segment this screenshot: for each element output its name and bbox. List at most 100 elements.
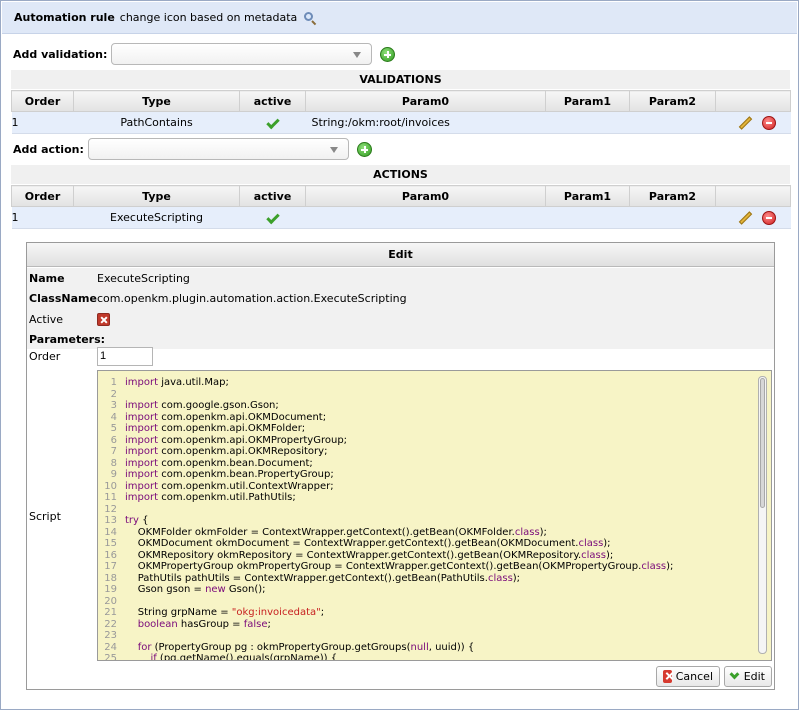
line-number: 19	[104, 584, 117, 595]
line-number: 10	[104, 480, 117, 492]
code-text: import com.openkm.util.PathUtils;	[125, 492, 296, 503]
scrollbar-thumb[interactable]	[760, 378, 765, 508]
validations-header-row: Order Type active Param0 Param1 Param2	[11, 90, 791, 112]
script-scrollbar[interactable]	[758, 376, 767, 654]
add-action-row: Add action:	[13, 138, 372, 160]
order-label: Order	[29, 349, 61, 363]
rule-name: change icon based on metadata	[119, 11, 298, 24]
code-text: import com.openkm.api.OKMFolder;	[125, 423, 306, 434]
code-text: OKMRepository okmRepository = ContextWra…	[125, 549, 614, 561]
code-text: import com.openkm.util.ContextWrapper;	[125, 480, 334, 492]
add-validation-label: Add validation:	[13, 47, 108, 61]
line-number: 5	[110, 423, 117, 434]
code-line: 8 import com.openkm.bean.Document;	[98, 458, 771, 470]
code-text: Gson gson = new Gson();	[125, 584, 266, 595]
code-line: 9 import com.openkm.bean.PropertyGroup;	[98, 469, 771, 481]
script-label: Script	[29, 510, 61, 523]
cancel-button[interactable]: Cancel	[656, 666, 720, 687]
active-row: Active	[27, 308, 774, 330]
cell-type: PathContains	[73, 111, 240, 134]
code-line: 12	[98, 504, 771, 516]
add-validation-icon[interactable]	[380, 46, 396, 62]
code-text: import com.openkm.api.OKMDocument;	[125, 411, 327, 423]
cancel-icon	[663, 670, 672, 683]
check-icon	[729, 669, 740, 680]
cell-row-actions	[715, 111, 791, 134]
code-text: import com.openkm.api.OKMRepository;	[125, 446, 328, 457]
check-icon	[265, 115, 280, 130]
code-lines: 1 import java.util.Map; 2 3 import com.googl…	[98, 371, 771, 660]
classname-row: ClassName com.openkm.plugin.automation.a…	[27, 288, 774, 308]
code-text: import com.openkm.api.OKMPropertyGroup;	[125, 434, 348, 446]
code-text: OKMPropertyGroup okmPropertyGroup = Cont…	[125, 561, 674, 572]
actions-header-row: Order Type active Param0 Param1 Param2	[11, 185, 791, 207]
code-line: 2	[98, 389, 771, 401]
line-number: 4	[110, 411, 117, 423]
add-action-icon[interactable]	[356, 141, 372, 157]
code-line: 23	[98, 630, 771, 642]
cell-param2	[629, 206, 716, 229]
line-number: 15	[104, 538, 117, 549]
delete-icon[interactable]	[761, 115, 776, 130]
pencil-icon[interactable]	[738, 115, 752, 130]
validations-table: Order Type active Param0 Param1 Param2 1…	[11, 90, 791, 134]
code-line: 5 import com.openkm.api.OKMFolder;	[98, 423, 771, 435]
code-line: 1 import java.util.Map;	[98, 377, 771, 389]
name-value: ExecuteScripting	[97, 271, 190, 285]
name-row: Name ExecuteScripting	[27, 268, 774, 288]
column-header-param1: Param1	[545, 90, 630, 112]
edit-panel: Edit Name ExecuteScripting ClassName com…	[26, 242, 775, 690]
order-input[interactable]	[97, 346, 153, 366]
search-icon[interactable]	[303, 11, 317, 25]
cell-order: 1	[11, 206, 74, 229]
active-checkbox[interactable]	[97, 312, 110, 326]
code-text: OKMFolder okmFolder = ContextWrapper.get…	[125, 526, 547, 538]
code-text: for (PropertyGroup pg : okmPropertyGroup…	[137, 641, 475, 653]
edit-properties: Name ExecuteScripting ClassName com.open…	[27, 268, 774, 349]
edit-button[interactable]: Edit	[724, 666, 772, 687]
edit-panel-header: Edit	[27, 243, 774, 267]
column-header-actions	[715, 185, 791, 207]
line-number: 12	[104, 503, 117, 515]
line-number: 8	[110, 457, 117, 469]
line-number: 7	[110, 446, 117, 457]
code-line: 18 PathUtils pathUtils = ContextWrapper.…	[98, 573, 771, 585]
rule-title-bar: Automation rule change icon based on met…	[2, 2, 797, 34]
action-select[interactable]	[87, 138, 349, 160]
delete-icon[interactable]	[761, 210, 776, 225]
validation-select[interactable]	[111, 43, 373, 65]
line-number: 11	[104, 492, 117, 503]
add-action-label: Add action:	[13, 142, 84, 156]
code-line: 14 OKMFolder okmFolder = ContextWrapper.…	[98, 527, 771, 539]
column-header-active: active	[239, 90, 306, 112]
code-line: 6 import com.openkm.api.OKMPropertyGroup;	[98, 435, 771, 447]
column-header-actions	[715, 90, 791, 112]
active-label: Active	[29, 312, 64, 326]
code-line: 17 OKMPropertyGroup okmPropertyGroup = C…	[98, 561, 771, 573]
column-header-active: active	[239, 185, 306, 207]
code-text: String grpName = "okg:invoicedata";	[125, 607, 325, 618]
code-line: 20	[98, 596, 771, 608]
column-header-param2: Param2	[629, 90, 716, 112]
code-text: import com.openkm.bean.Document;	[125, 457, 313, 469]
pencil-icon[interactable]	[738, 210, 752, 225]
validations-section-header: VALIDATIONS	[11, 70, 790, 89]
script-editor[interactable]: 1 import java.util.Map; 2 3 import com.googl…	[97, 370, 772, 661]
cancel-button-label: Cancel	[675, 670, 713, 683]
code-text: boolean hasGroup = false;	[137, 618, 271, 630]
column-header-param2: Param2	[629, 185, 716, 207]
add-validation-row: Add validation:	[13, 43, 396, 65]
code-line: 3 import com.google.gson.Gson;	[98, 400, 771, 412]
table-row[interactable]: 1 PathContains String:/okm:root/invoices	[11, 111, 791, 134]
code-line: 19 Gson gson = new Gson();	[98, 584, 771, 596]
cell-param2	[629, 111, 716, 134]
actions-table: Order Type active Param0 Param1 Param2 1…	[11, 185, 791, 229]
code-line: 10 import com.openkm.util.ContextWrapper;	[98, 481, 771, 493]
line-number: 17	[104, 561, 117, 572]
name-label: Name	[29, 271, 65, 285]
line-number: 24	[104, 641, 117, 653]
line-number: 20	[104, 595, 117, 607]
column-header-param0: Param0	[305, 185, 546, 207]
code-text: PathUtils pathUtils = ContextWrapper.get…	[125, 572, 521, 584]
table-row[interactable]: 1 ExecuteScripting	[11, 206, 791, 229]
